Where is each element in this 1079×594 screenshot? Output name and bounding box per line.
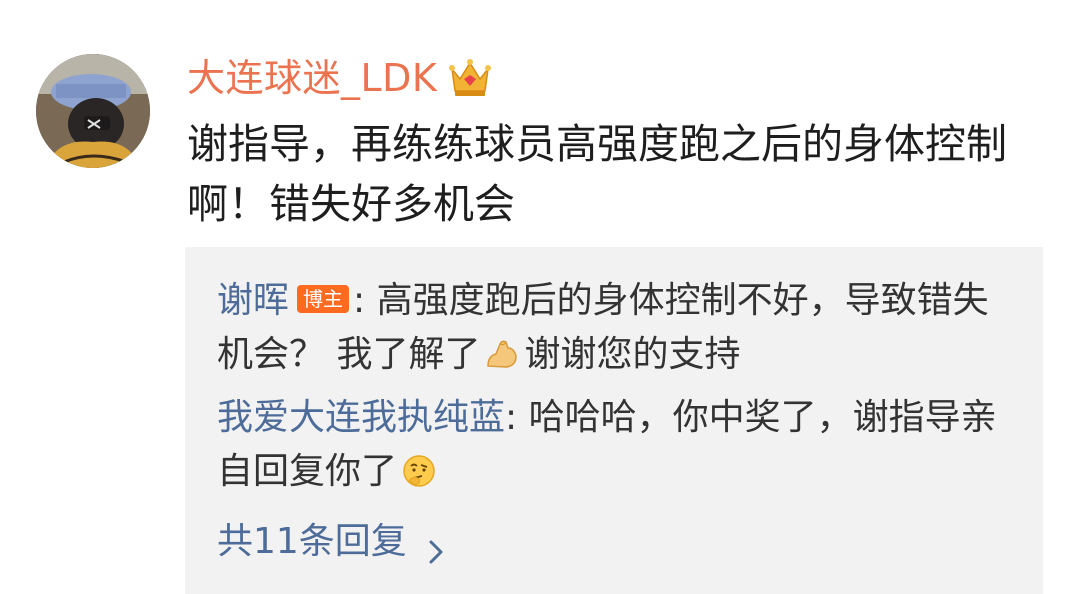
thinking-face-icon bbox=[401, 451, 437, 487]
reply-author[interactable]: 谢晖 bbox=[217, 280, 289, 321]
more-replies-label: 共11条回复 bbox=[217, 521, 407, 562]
comment-text: 谢指导，再练练球员高强度跑之后的身体控制啊！错失好多机会 bbox=[187, 120, 1007, 228]
reply-item: 我爱大连我执纯蓝: 哈哈哈，你中奖了，谢指导亲自回复你了 bbox=[217, 391, 997, 499]
reply-author[interactable]: 我爱大连我执纯蓝 bbox=[217, 397, 505, 438]
reply-text-suffix: 谢谢您的支持 bbox=[524, 334, 741, 375]
reply-item: 谢晖 博主: 高强度跑后的身体控制不好，导致错失机会？ 我了解了 谢谢您的支持 bbox=[217, 274, 997, 382]
avatar-image bbox=[36, 54, 150, 168]
chevron-right-icon bbox=[427, 528, 445, 564]
reply-separator: : bbox=[505, 397, 529, 438]
reply-thread: 谢晖 博主: 高强度跑后的身体控制不好，导致错失机会？ 我了解了 谢谢您的支持 我爱… bbox=[185, 247, 1043, 594]
comment-header: 大连球迷_LDK bbox=[187, 48, 493, 108]
avatar[interactable] bbox=[36, 54, 150, 168]
username-link[interactable]: 大连球迷_LDK bbox=[187, 59, 437, 97]
flexed-biceps-icon bbox=[484, 334, 520, 370]
view-more-replies-link[interactable]: 共11条回复 bbox=[217, 515, 445, 569]
blogger-badge: 博主 bbox=[297, 285, 350, 313]
reply-separator: : bbox=[353, 280, 377, 321]
crown-icon bbox=[447, 55, 493, 101]
